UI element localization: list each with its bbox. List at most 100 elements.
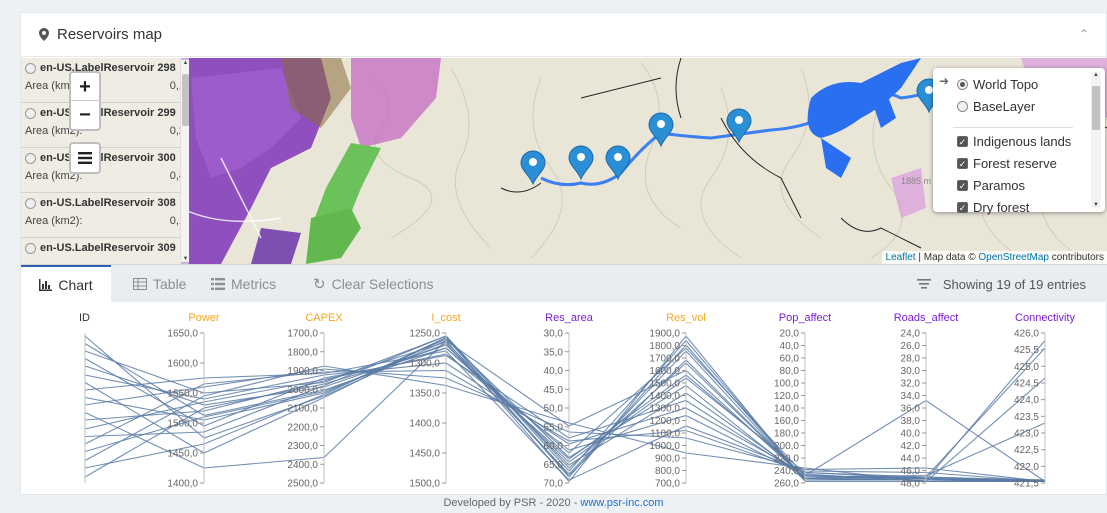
divider (953, 127, 1073, 128)
tick-label: 28,0 (901, 354, 921, 365)
tick-label: 2100,0 (287, 404, 318, 415)
axis-pop-affect[interactable]: Pop_affect 20,040,0 60,080,0 100,0120,0 140,… (774, 312, 831, 490)
osm-link[interactable]: OpenStreetMap (978, 252, 1049, 263)
tick-label: 1900,0 (649, 329, 680, 340)
tick-label: 1700,0 (649, 354, 680, 365)
collapse-chevron-icon[interactable]: ⌃ (1076, 27, 1092, 43)
axis-i-cost[interactable]: I_cost 1250,0 1300,0 1350,0 1400,0 1450,0 1500… (409, 312, 460, 490)
zoom-in-button[interactable]: + (71, 73, 99, 101)
axis-roads-affect[interactable]: Roads_affect 24,026,0 28,030,0 32,034,0 36,0… (894, 312, 959, 490)
scroll-down-icon[interactable]: ▼ (1091, 202, 1101, 208)
base-layer-world-topo[interactable]: World Topo (957, 77, 1038, 92)
tick-label: 2300,0 (287, 441, 318, 452)
overlay-dry-forest[interactable]: ✓ Dry forest (957, 200, 1029, 215)
axis-id[interactable]: ID (79, 312, 90, 483)
scroll-thumb[interactable] (182, 74, 189, 126)
parallel-coordinates-chart[interactable]: ID Power 1650,0 1600,0 1550,0 1500,0 1450,0 140… (21, 303, 1107, 495)
list-item[interactable]: en-US.LabelReservoir 299 Area (km2): 0,2 (21, 103, 189, 148)
tab-label: Table (153, 276, 187, 292)
radio-button[interactable] (25, 242, 36, 254)
table-icon (133, 278, 147, 290)
radio-button[interactable] (957, 79, 968, 90)
checkbox[interactable]: ✓ (957, 180, 968, 191)
tab-label: Metrics (231, 276, 277, 292)
footer-link[interactable]: www.psr-inc.com (580, 497, 663, 509)
scroll-thumb[interactable] (1092, 86, 1100, 130)
leaflet-link[interactable]: Leaflet (886, 252, 916, 263)
axis-title: I_cost (431, 312, 460, 324)
base-layer-baselayer[interactable]: BaseLayer (957, 99, 1035, 114)
layer-label: Indigenous lands (973, 134, 1072, 149)
overlay-paramos[interactable]: ✓ Paramos (957, 178, 1025, 193)
overlay-forest-reserve[interactable]: ✓ Forest reserve (957, 156, 1057, 171)
tick-label: 1700,0 (287, 329, 318, 340)
scroll-up-icon[interactable]: ▲ (181, 60, 189, 66)
tab-metrics[interactable]: Metrics (211, 265, 276, 303)
area-label: Area (km2): (25, 215, 83, 227)
map-attribution: Leaflet | Map data © OpenStreetMap contr… (881, 251, 1107, 264)
reservoir-label: en-US.LabelReservoir 299 (40, 107, 176, 119)
tick-label: 34,0 (901, 391, 921, 402)
axis-title: Power (188, 312, 220, 324)
tick-label: 40,0 (544, 366, 564, 377)
tick-label: 1250,0 (409, 329, 440, 340)
radio-button[interactable] (25, 107, 36, 119)
layer-label: Dry forest (973, 200, 1030, 215)
axis-title: Connectivity (1015, 312, 1075, 324)
list-toggle-button[interactable] (69, 142, 101, 174)
checkbox[interactable]: ✓ (957, 202, 968, 213)
zoom-control: + − (69, 71, 101, 131)
list-item[interactable]: en-US.LabelReservoir 309 (21, 238, 189, 264)
clear-selections-button[interactable]: ↻ Clear Selections (313, 265, 434, 303)
tick-label: 426,0 (1014, 329, 1039, 340)
tab-table[interactable]: Table (133, 265, 186, 303)
tab-chart[interactable]: Chart (21, 265, 111, 303)
axis-connectivity[interactable]: Connectivity 426,0 425,5 425,0 424,5 424,0 423… (1014, 312, 1075, 490)
layer-label: Forest reserve (973, 156, 1057, 171)
axis-title: Pop_affect (779, 312, 831, 324)
tick-label: 260,0 (774, 479, 799, 490)
panel-title-text: Reservoirs map (57, 26, 163, 43)
checkbox[interactable]: ✓ (957, 136, 968, 147)
tick-label: 160,0 (774, 416, 799, 427)
reservoir-list[interactable]: en-US.LabelReservoir 298 Area (km2): 0,1 … (21, 58, 189, 264)
checkbox[interactable]: ✓ (957, 158, 968, 169)
tick-label: 1500,0 (649, 379, 680, 390)
list-icon (211, 278, 225, 290)
tick-label: 423,5 (1014, 412, 1039, 423)
tick-label: 1000,0 (649, 441, 680, 452)
tick-label: 46,0 (901, 466, 921, 477)
scroll-down-icon[interactable]: ▼ (181, 256, 189, 262)
tick-label: 200,0 (774, 441, 799, 452)
list-item[interactable]: en-US.LabelReservoir 298 Area (km2): 0,1 (21, 58, 189, 103)
tick-label: 48,0 (901, 479, 921, 490)
layer-scrollbar[interactable]: ▲ ▼ (1091, 72, 1101, 208)
tick-label: 45,0 (544, 385, 564, 396)
tick-label: 50,0 (544, 404, 564, 415)
layer-control[interactable]: ➜ World Topo BaseLayer ✓ Indigenous lands… (933, 68, 1105, 215)
layer-label: Paramos (973, 178, 1026, 193)
list-scrollbar[interactable]: ▲ ▼ (180, 60, 189, 262)
radio-button[interactable] (25, 152, 36, 164)
footer: Developed by PSR - 2020 - www.psr-inc.co… (0, 497, 1107, 509)
filter-icon[interactable] (916, 279, 931, 289)
overlay-indigenous-lands[interactable]: ✓ Indigenous lands (957, 134, 1071, 149)
axis-capex[interactable]: CAPEX 1700,0 1800,0 1900,0 2000,0 2100,0 2200,… (287, 312, 343, 490)
list-item[interactable]: en-US.LabelReservoir 300 Area (km2): 0,4 (21, 148, 189, 193)
reservoirs-map[interactable]: 1885 m en-US.LabelReservoir 298 Area (km… (21, 58, 1107, 264)
tick-label: 1600,0 (167, 359, 198, 370)
tick-label: 1500,0 (409, 479, 440, 490)
radio-button[interactable] (25, 197, 36, 209)
chart-svg[interactable]: ID Power 1650,0 1600,0 1550,0 1500,0 1450,0 140… (21, 303, 1107, 495)
tick-label: 60,0 (544, 441, 564, 452)
tick-label: 1450,0 (167, 449, 198, 460)
zoom-out-button[interactable]: − (71, 101, 99, 129)
reservoir-label: en-US.LabelReservoir 300 (40, 152, 176, 164)
scroll-up-icon[interactable]: ▲ (1091, 72, 1101, 78)
refresh-icon: ↻ (313, 276, 326, 293)
radio-button[interactable] (957, 101, 968, 112)
radio-button[interactable] (25, 62, 36, 74)
tick-label: 2500,0 (287, 479, 318, 490)
list-item[interactable]: en-US.LabelReservoir 308 Area (km2): 0,1 (21, 193, 189, 238)
axis-res-area[interactable]: Res_area 30,0 35,0 40,0 45,0 50,0 55,0 60,0 65,0… (544, 312, 594, 490)
